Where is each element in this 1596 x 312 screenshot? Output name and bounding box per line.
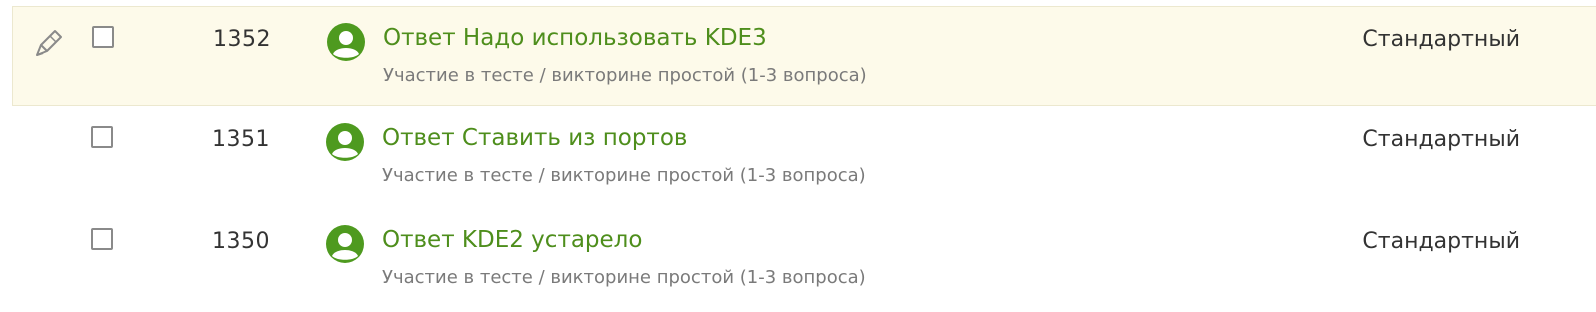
user-avatar-icon [325,122,365,162]
row-checkbox[interactable] [91,126,113,148]
item-subtitle: Участие в тесте / викторине простой (1-3… [382,267,866,288]
item-title-link[interactable]: Ответ Надо использовать KDE3 [383,25,767,51]
item-type: Стандартный [1362,127,1520,152]
list-item: 1351 Ответ Ставить из портов Участие в т… [12,107,1596,207]
row-id: 1352 [213,27,271,52]
row-checkbox[interactable] [92,26,114,48]
row-id: 1350 [212,229,270,254]
user-avatar-icon [326,22,366,62]
item-subtitle: Участие в тесте / викторине простой (1-3… [383,65,867,86]
item-title-link[interactable]: Ответ KDE2 устарело [382,227,642,253]
user-avatar-icon [325,224,365,264]
list-item: 1350 Ответ KDE2 устарело Участие в тесте… [12,209,1596,309]
list-item: 1352 Ответ Надо использовать KDE3 Участи… [12,6,1596,106]
item-subtitle: Участие в тесте / викторине простой (1-3… [382,165,866,186]
item-type: Стандартный [1362,229,1520,254]
pencil-icon[interactable] [31,25,67,61]
item-title-link[interactable]: Ответ Ставить из портов [382,125,687,151]
activity-list: 1352 Ответ Надо использовать KDE3 Участи… [0,0,1596,312]
row-checkbox[interactable] [91,228,113,250]
item-type: Стандартный [1362,27,1520,52]
row-id: 1351 [212,127,270,152]
